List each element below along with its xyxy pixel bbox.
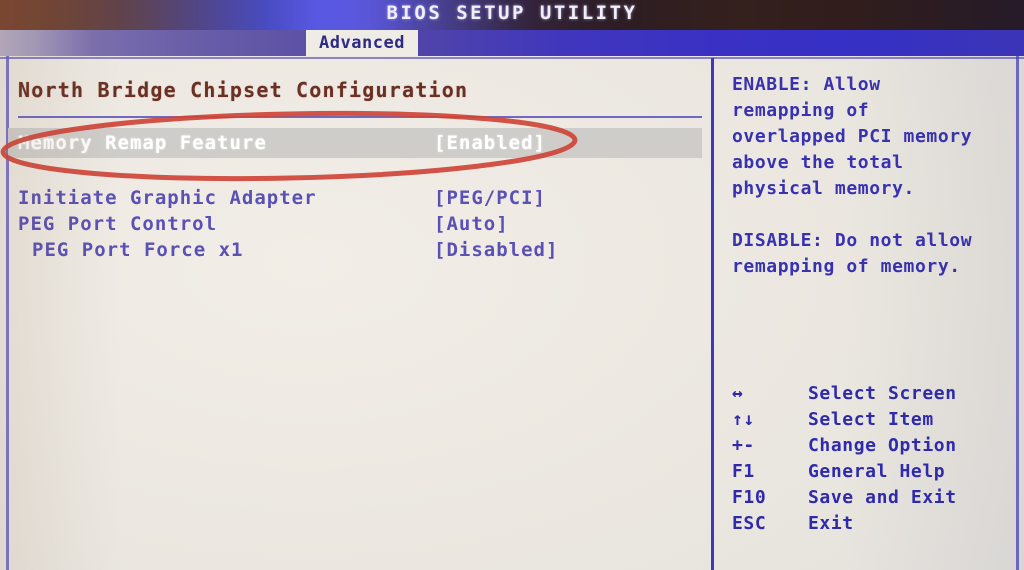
legend-key-icon: +- [732, 435, 755, 456]
tab-bar [0, 30, 1024, 56]
help-text: ENABLE: Allow remapping of overlapped PC… [732, 74, 973, 277]
setting-label: PEG Port Force x1 [32, 239, 244, 261]
tab-advanced[interactable]: Advanced [306, 30, 418, 56]
legend-description: Select Screen [808, 383, 957, 404]
legend-row: F10 Save and Exit [722, 487, 1022, 513]
legend-key-icon: F1 [732, 461, 755, 482]
section-title: North Bridge Chipset Configuration [18, 78, 469, 102]
legend-row: F1 General Help [722, 461, 1022, 487]
setting-value[interactable]: [Auto] [434, 213, 509, 235]
legend-description: Select Item [808, 409, 934, 430]
setting-row[interactable]: Memory Remap Feature [Enabled] [8, 128, 702, 158]
help-pane: ENABLE: Allow remapping of overlapped PC… [714, 56, 1024, 570]
legend-description: General Help [808, 461, 946, 482]
legend-row: ↔ Select Screen [722, 383, 1022, 409]
legend-row: +- Change Option [722, 435, 1022, 461]
legend-description: Save and Exit [808, 487, 957, 508]
key-legend: ↔ Select Screen ↑↓ Select Item +- Change Opti… [722, 383, 1022, 539]
legend-key-icon: F10 [732, 487, 767, 508]
legend-row: ESC Exit [722, 513, 1022, 539]
section-title-rule [18, 116, 702, 118]
setting-label: PEG Port Control [18, 213, 218, 235]
legend-description: Change Option [808, 435, 957, 456]
legend-key-icon: ↑↓ [732, 409, 755, 430]
bios-setup-screen: BIOS SETUP UTILITY Advanced North Bridge… [0, 0, 1024, 570]
tab-advanced-label: Advanced [319, 33, 405, 53]
setting-value[interactable]: [PEG/PCI] [434, 187, 546, 209]
legend-key-icon: ↔ [732, 383, 744, 404]
setting-label: Memory Remap Feature [18, 132, 267, 154]
legend-description: Exit [808, 513, 854, 534]
settings-pane: North Bridge Chipset Configuration Memor… [0, 56, 711, 570]
page-title: BIOS SETUP UTILITY [386, 2, 638, 24]
setting-value[interactable]: [Disabled] [434, 239, 558, 261]
legend-row: ↑↓ Select Item [722, 409, 1022, 435]
legend-key-icon: ESC [732, 513, 767, 534]
setting-label: Initiate Graphic Adapter [18, 187, 317, 209]
setting-row[interactable]: PEG Port Force x1 [Disabled] [8, 235, 702, 265]
setting-value[interactable]: [Enabled] [434, 132, 546, 154]
